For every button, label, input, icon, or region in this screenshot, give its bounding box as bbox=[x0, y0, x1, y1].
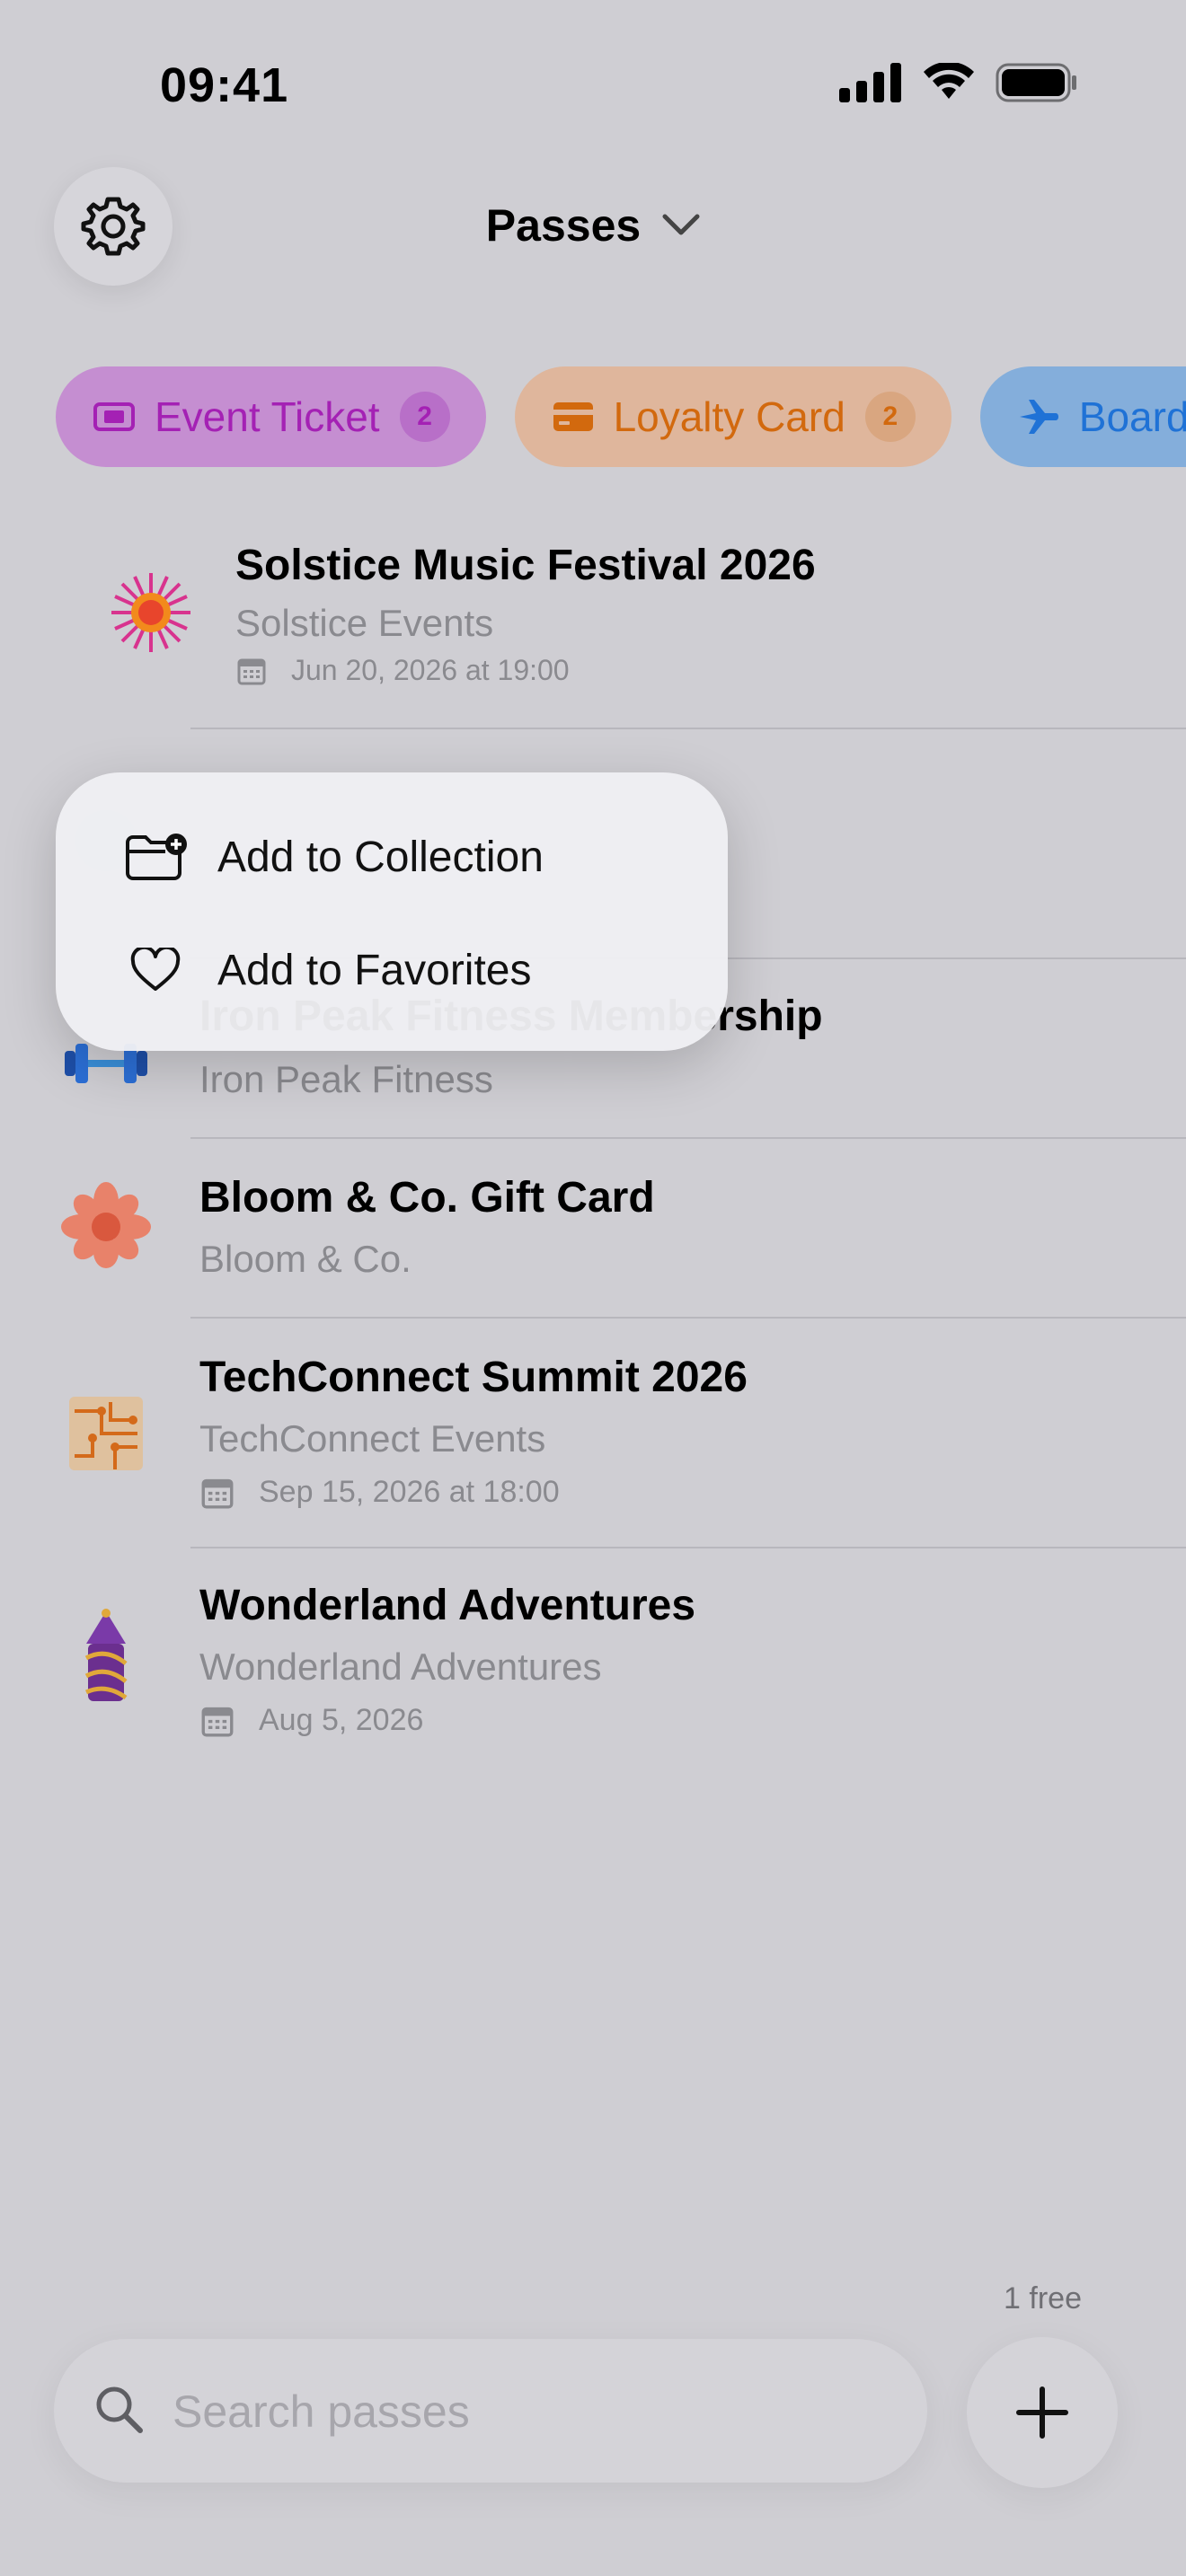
ticket-icon bbox=[93, 402, 135, 431]
pass-issuer: Iron Peak Fitness bbox=[199, 1058, 493, 1100]
free-slots-label: 1 free bbox=[1004, 2281, 1082, 2316]
cellular-signal-icon bbox=[839, 63, 901, 102]
menu-item-add-to-favorites[interactable]: Add to Favorites bbox=[56, 916, 728, 1024]
chevron-down-icon bbox=[662, 214, 700, 235]
wifi-icon bbox=[924, 63, 974, 99]
calendar-icon bbox=[201, 1478, 234, 1508]
sun-logo-icon bbox=[111, 573, 190, 652]
pass-date-text: Sep 15, 2026 at 18:00 bbox=[259, 1475, 560, 1509]
search-icon bbox=[96, 2386, 143, 2433]
filter-chips: Event Ticket 2 Loyalty Card 2 Boarding P… bbox=[56, 366, 1186, 469]
pass-issuer: TechConnect Events bbox=[199, 1417, 546, 1460]
plus-icon bbox=[1016, 2386, 1068, 2439]
pass-date: Sep 15, 2026 at 18:00 bbox=[201, 1475, 560, 1510]
menu-item-label: Add to Collection bbox=[217, 833, 544, 881]
chip-label: Event Ticket bbox=[155, 393, 380, 440]
pass-date-text: Jun 20, 2026 at 19:00 bbox=[291, 654, 570, 686]
pass-row[interactable]: Bloom & Co. Gift Card Bloom & Co. bbox=[0, 1139, 1186, 1317]
chip-count: 2 bbox=[864, 392, 916, 442]
pass-title: Bloom & Co. Gift Card bbox=[199, 1174, 655, 1222]
page-title: Passes bbox=[485, 200, 642, 251]
pass-date: Aug 5, 2026 bbox=[201, 1703, 423, 1738]
chip-label: Boarding Pass bbox=[1078, 393, 1186, 440]
pass-title: Solstice Music Festival 2026 bbox=[235, 542, 816, 589]
status-bar: 09:41 bbox=[0, 0, 1186, 171]
calendar-icon bbox=[237, 658, 266, 684]
airplane-icon bbox=[1019, 400, 1058, 434]
pass-issuer: Wonderland Adventures bbox=[199, 1645, 602, 1688]
search-bar[interactable]: Search passes bbox=[54, 2339, 927, 2483]
pass-row[interactable]: Wonderland Adventures Wonderland Adventu… bbox=[0, 1548, 1186, 1777]
pass-thumbnail bbox=[61, 1609, 151, 1703]
pass-title: Wonderland Adventures bbox=[199, 1582, 696, 1629]
battery-icon bbox=[996, 63, 1076, 102]
pass-thumbnail bbox=[106, 568, 196, 657]
chip-label: Loyalty Card bbox=[613, 393, 845, 440]
collection-selector[interactable]: Passes bbox=[0, 199, 1186, 251]
pass-row[interactable]: Solstice Music Festival 2026 Solstice Ev… bbox=[0, 530, 1186, 728]
heart-icon bbox=[124, 939, 187, 1001]
pass-thumbnail bbox=[61, 1182, 151, 1272]
search-input[interactable]: Search passes bbox=[173, 2386, 470, 2438]
pass-issuer: Bloom & Co. bbox=[199, 1238, 412, 1280]
pass-row[interactable]: TechConnect Summit 2026 TechConnect Even… bbox=[0, 1319, 1186, 1547]
pass-thumbnail bbox=[61, 1389, 151, 1478]
chip-boarding-pass[interactable]: Boarding Pass bbox=[979, 366, 1186, 467]
pass-title: TechConnect Summit 2026 bbox=[199, 1354, 748, 1401]
flower-icon bbox=[61, 1182, 151, 1268]
chip-event-ticket[interactable]: Event Ticket 2 bbox=[56, 366, 486, 467]
pass-date: Jun 20, 2026 at 19:00 bbox=[237, 654, 570, 687]
status-icons bbox=[839, 63, 1078, 102]
circuit-board-icon bbox=[69, 1397, 143, 1470]
status-time: 09:41 bbox=[160, 58, 289, 112]
chip-loyalty-card[interactable]: Loyalty Card 2 bbox=[514, 366, 951, 467]
context-menu: Add to Collection Add to Favorites bbox=[56, 772, 728, 1051]
chip-count: 2 bbox=[399, 392, 450, 442]
credit-card-icon bbox=[553, 402, 593, 431]
pass-issuer: Solstice Events bbox=[235, 602, 494, 644]
calendar-icon bbox=[201, 1707, 234, 1736]
add-pass-button[interactable] bbox=[967, 2337, 1118, 2488]
folder-plus-icon bbox=[124, 825, 187, 888]
pass-date-text: Aug 5, 2026 bbox=[259, 1703, 424, 1737]
castle-tower-icon bbox=[84, 1609, 128, 1701]
menu-item-add-to-collection[interactable]: Add to Collection bbox=[56, 803, 728, 911]
menu-item-label: Add to Favorites bbox=[217, 946, 532, 994]
